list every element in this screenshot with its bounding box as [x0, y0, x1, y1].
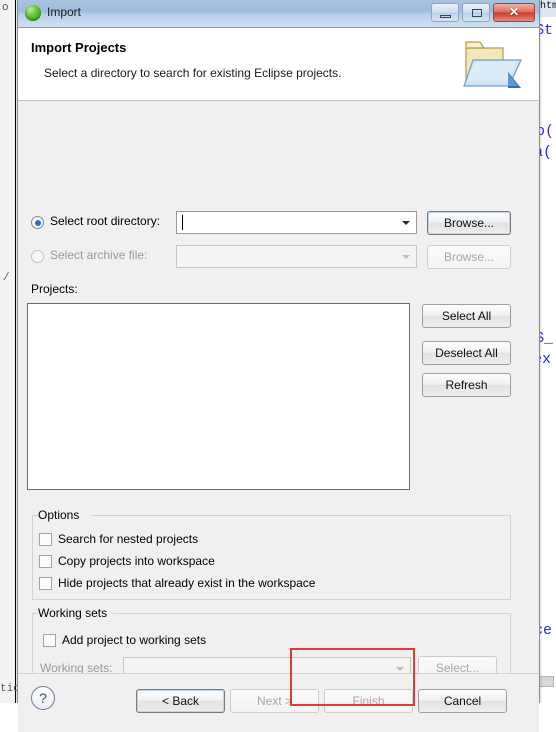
label-projects: Projects:	[31, 282, 78, 296]
minimize-icon	[440, 15, 451, 18]
browse-archive-file-button[interactable]: Browse...	[427, 245, 511, 269]
checkbox-copy-projects-into-workspace[interactable]	[39, 555, 52, 568]
chevron-down-icon[interactable]	[402, 255, 410, 259]
checkbox-search-nested-projects[interactable]	[39, 533, 52, 546]
back-button[interactable]: < Back	[136, 689, 225, 713]
page-title: Import Projects	[31, 40, 127, 55]
maximize-icon	[472, 9, 482, 17]
finish-button[interactable]: Finish	[324, 689, 413, 713]
root-directory-combo[interactable]	[176, 211, 417, 234]
checkbox-add-project-to-working-sets[interactable]	[43, 634, 56, 647]
import-dialog: Import ✕ Import Projects Select a direct…	[17, 0, 540, 732]
dialog-body: Select root directory: Browse... Select …	[18, 101, 539, 686]
minimize-button[interactable]	[431, 3, 459, 22]
radio-select-archive-file[interactable]	[31, 250, 44, 263]
cancel-button[interactable]: Cancel	[418, 689, 507, 713]
label-select-root-directory: Select root directory:	[50, 214, 161, 228]
eclipse-sphere-icon	[25, 5, 41, 21]
maximize-button[interactable]	[462, 3, 490, 22]
select-all-button[interactable]: Select All	[422, 304, 511, 328]
radio-select-root-directory[interactable]	[31, 216, 44, 229]
next-button[interactable]: Next >	[230, 689, 319, 713]
background-left-text-0: o	[2, 2, 9, 14]
projects-list[interactable]	[27, 303, 410, 490]
label-search-nested-projects: Search for nested projects	[58, 532, 199, 546]
chevron-down-icon[interactable]	[402, 221, 410, 225]
deselect-all-button[interactable]: Deselect All	[422, 341, 511, 365]
text-caret	[182, 215, 183, 230]
open-folder-import-icon	[463, 41, 522, 88]
help-icon[interactable]: ?	[31, 686, 55, 710]
page-description: Select a directory to search for existin…	[44, 66, 342, 80]
dialog-header: Import Projects Select a directory to se…	[18, 28, 539, 101]
window-controls: ✕	[431, 3, 535, 22]
label-add-project-to-working-sets: Add project to working sets	[62, 633, 207, 647]
close-button[interactable]: ✕	[493, 3, 535, 22]
background-left-panel	[0, 0, 16, 703]
label-copy-projects-into-workspace: Copy projects into workspace	[58, 554, 215, 568]
checkbox-hide-existing-projects[interactable]	[39, 577, 52, 590]
label-select-archive-file: Select archive file:	[50, 248, 148, 262]
archive-file-combo[interactable]	[176, 245, 417, 268]
chevron-down-icon[interactable]	[396, 667, 404, 671]
refresh-button[interactable]: Refresh	[422, 373, 511, 397]
label-hide-existing-projects: Hide projects that already exist in the …	[58, 576, 316, 590]
dialog-title: Import	[47, 5, 82, 19]
close-icon: ✕	[508, 5, 520, 19]
dialog-title-bar[interactable]: Import ✕	[18, 0, 539, 28]
background-left-text-1: /	[3, 272, 10, 284]
browse-root-directory-button[interactable]: Browse...	[427, 211, 511, 235]
